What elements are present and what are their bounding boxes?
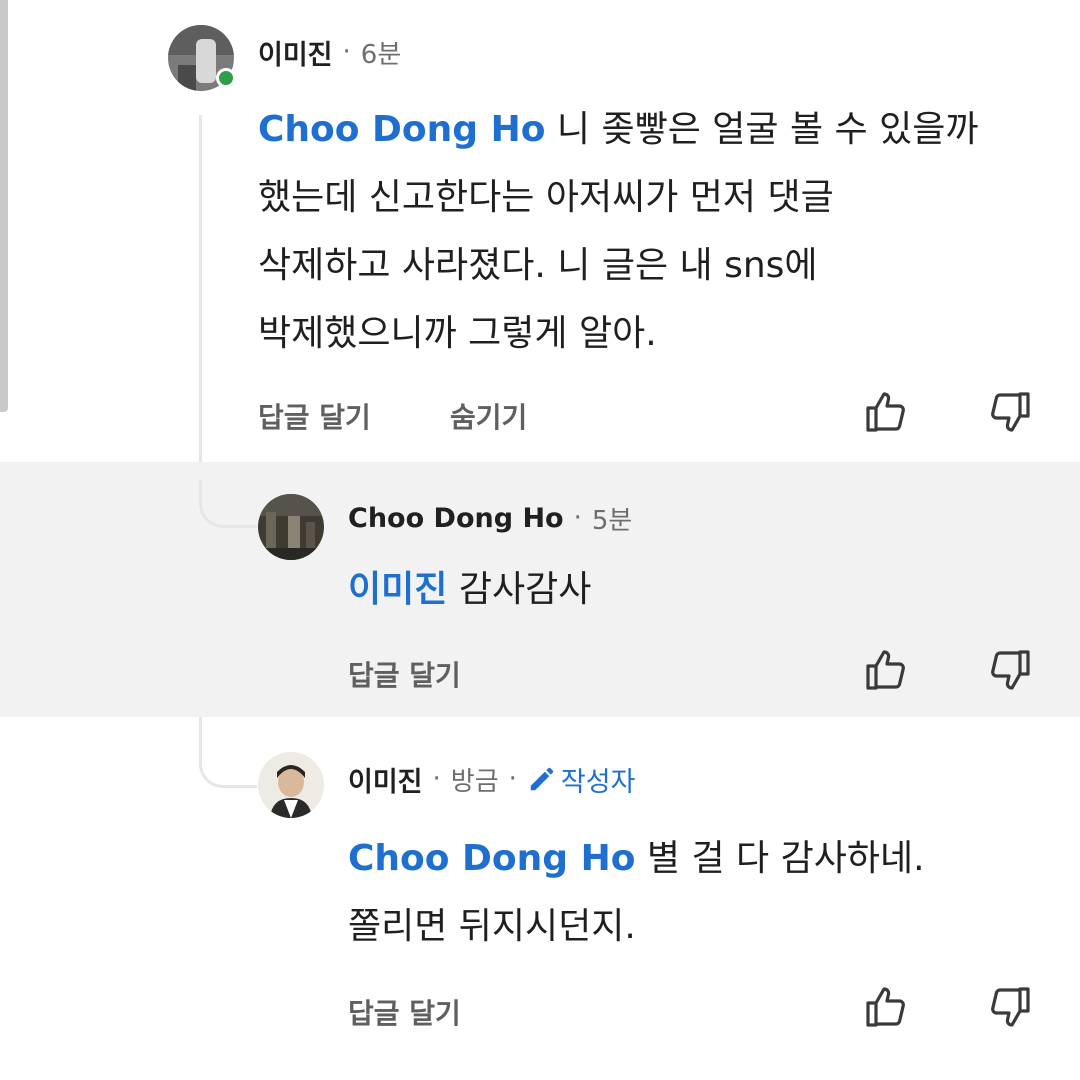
pencil-icon <box>530 767 554 791</box>
avatar[interactable] <box>258 494 324 560</box>
comment-body: Choo Dong Ho 별 걸 다 감사하네. 쫄리면 뒤지시던지. <box>348 825 1048 961</box>
reply-button[interactable]: 답글 달기 <box>348 992 461 1032</box>
comment-header: 이미진 · 방금 · 작성자 <box>348 759 635 799</box>
comment-text: 별 걸 다 감사하네. <box>646 838 925 879</box>
reply-comment: Choo Dong Ho · 5분 이미진 감사감사 답글 달기 <box>0 462 1080 717</box>
thumbs-down-icon <box>991 392 1030 432</box>
thumbs-up-icon <box>866 392 905 432</box>
reply-comment: 이미진 · 방금 · 작성자 Choo Dong Ho 별 걸 다 감사하네. … <box>0 717 1080 1080</box>
thumbs-up-icon <box>866 987 905 1027</box>
like-button[interactable] <box>862 983 910 1031</box>
dislike-button[interactable] <box>986 388 1034 436</box>
separator: · <box>342 37 351 67</box>
comment-time: 6분 <box>360 39 402 70</box>
online-status-dot <box>216 68 236 88</box>
comment-text: 니 좆빻은 얼굴 볼 수 있을까 <box>556 109 979 150</box>
thumbs-down-icon <box>991 987 1030 1027</box>
avatar[interactable] <box>258 752 324 818</box>
dislike-button[interactable] <box>986 983 1034 1031</box>
dislike-button[interactable] <box>986 646 1034 694</box>
comment-body: 이미진 감사감사 <box>348 556 1048 624</box>
hide-button[interactable]: 숨기기 <box>450 396 527 436</box>
comment-body: Choo Dong Ho 니 좆빻은 얼굴 볼 수 있을까 했는데 신고한다는 … <box>258 96 1058 368</box>
separator: · <box>508 764 517 794</box>
comment-line: 쫄리면 뒤지시던지. <box>348 906 636 947</box>
author-badge: 작성자 <box>527 760 636 799</box>
comment-line: 이미진 감사감사 <box>348 556 1048 624</box>
mention-link[interactable]: Choo Dong Ho <box>348 838 635 879</box>
separator: · <box>573 503 582 533</box>
thumbs-down-icon <box>991 650 1030 690</box>
like-button[interactable] <box>862 388 910 436</box>
separator: · <box>432 764 441 794</box>
comment-author[interactable]: 이미진 <box>348 760 423 799</box>
like-button[interactable] <box>862 646 910 694</box>
comment-line: 했는데 신고한다는 아저씨가 먼저 댓글 <box>258 177 834 218</box>
thumbs-up-icon <box>866 650 905 690</box>
comment-header: Choo Dong Ho · 5분 <box>348 498 632 538</box>
comment-author[interactable]: Choo Dong Ho <box>348 503 564 534</box>
comment-line: Choo Dong Ho 니 좆빻은 얼굴 볼 수 있을까 <box>258 96 1058 164</box>
mention-link[interactable]: 이미진 <box>348 569 447 610</box>
author-badge-label: 작성자 <box>560 766 636 798</box>
comment: 이미진 · 6분 Choo Dong Ho 니 좆빻은 얼굴 볼 수 있을까 했… <box>0 0 1080 460</box>
reply-button[interactable]: 답글 달기 <box>348 654 461 694</box>
comment-text: 감사감사 <box>458 569 592 610</box>
comment-line: 박제했으니까 그렇게 알아. <box>258 313 657 354</box>
comment-time: 방금 <box>450 766 499 797</box>
comment-header: 이미진 · 6분 <box>258 32 401 72</box>
comment-line: 삭제하고 사라졌다. 니 글은 내 sns에 <box>258 245 818 286</box>
mention-link[interactable]: Choo Dong Ho <box>258 109 545 150</box>
reply-button[interactable]: 답글 달기 <box>258 396 371 436</box>
comment-author[interactable]: 이미진 <box>258 33 333 72</box>
comment-time: 5분 <box>591 505 633 536</box>
comment-line: Choo Dong Ho 별 걸 다 감사하네. <box>348 825 1048 893</box>
